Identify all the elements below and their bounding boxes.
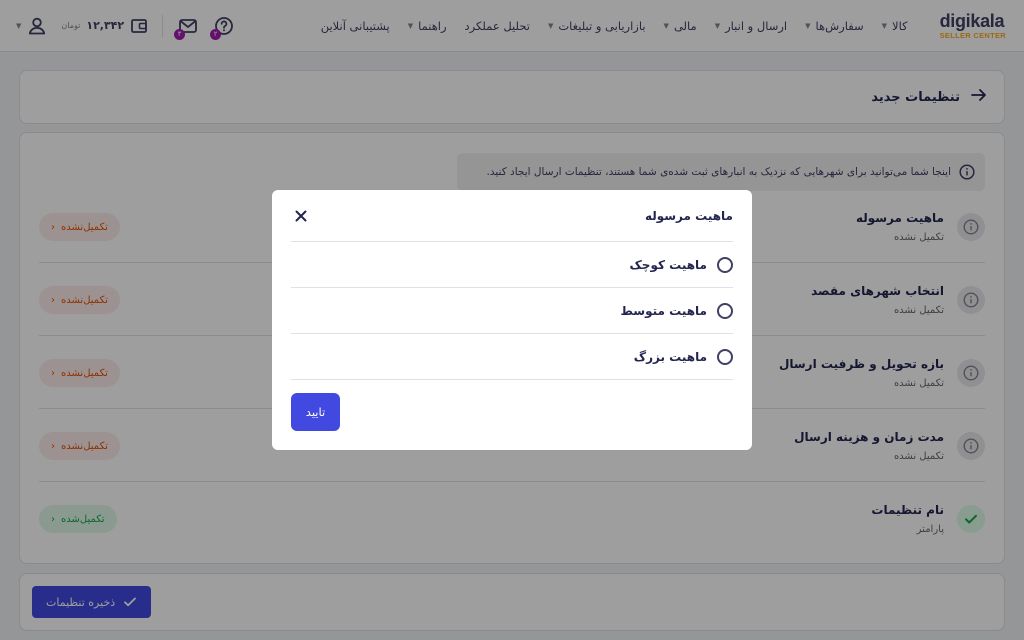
radio-button[interactable]: [717, 348, 733, 365]
radio-button[interactable]: [717, 256, 733, 273]
option-large[interactable]: ماهیت بزرگ: [291, 334, 733, 380]
option-small[interactable]: ماهیت کوچک: [291, 242, 733, 288]
shipment-type-dialog: ماهیت مرسوله ماهیت کوچک ماهیت متوسط ماهی…: [272, 190, 752, 450]
option-label: ماهیت متوسط: [620, 303, 707, 318]
option-medium[interactable]: ماهیت متوسط: [291, 288, 733, 334]
close-icon: [295, 210, 307, 221]
confirm-button[interactable]: تایید: [291, 393, 340, 431]
radio-button[interactable]: [717, 302, 733, 319]
dialog-header: ماهیت مرسوله: [291, 190, 733, 242]
close-button[interactable]: [291, 206, 311, 226]
dialog-title: ماهیت مرسوله: [644, 208, 733, 223]
confirm-button-label: تایید: [305, 405, 326, 419]
option-label: ماهیت کوچک: [629, 257, 707, 272]
option-label: ماهیت بزرگ: [633, 349, 707, 364]
